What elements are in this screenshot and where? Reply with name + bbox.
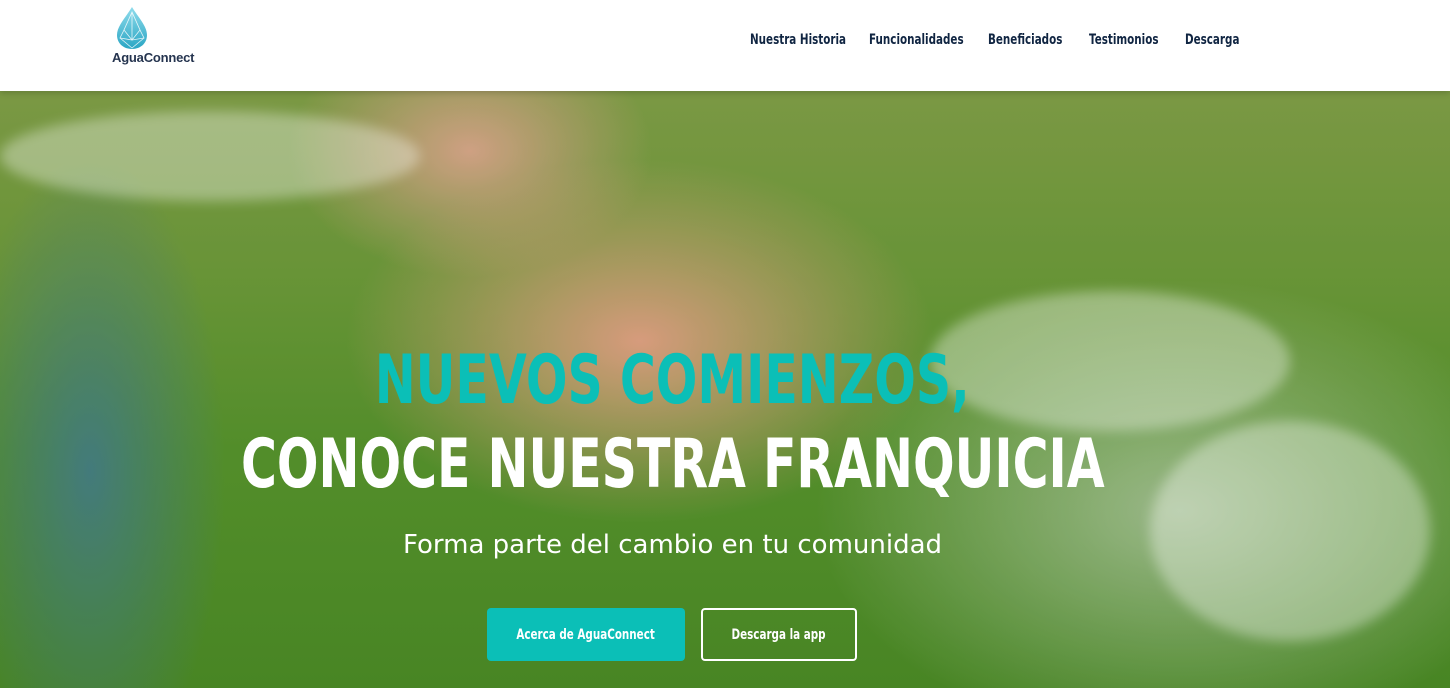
nav-item-testimonios[interactable]: Testimonios — [1089, 31, 1159, 49]
nav-item-funcionalidades[interactable]: Funcionalidades — [869, 31, 964, 49]
nav-item-nuestra-historia[interactable]: Nuestra Historia — [750, 31, 846, 49]
download-app-button[interactable]: Descarga la app — [701, 608, 857, 661]
hero-headline: CONOCE NUESTRA FRANQUICIA — [240, 425, 1105, 504]
hero-subtitle: Forma parte del cambio en tu comunidad — [402, 530, 943, 560]
main-nav: Nuestra Historia Funcionalidades Benefic… — [750, 31, 1239, 49]
water-drop-icon — [117, 7, 147, 49]
nav-item-descarga[interactable]: Descarga — [1185, 31, 1239, 49]
about-aguaconnect-button[interactable]: Acerca de AguaConnect — [487, 608, 685, 661]
hero-headline-accent: NUEVOS COMIENZOS, — [374, 341, 971, 420]
logo-link[interactable]: AguaConnect — [108, 6, 200, 68]
water-splash — [0, 111, 420, 201]
logo-text: AguaConnect — [112, 50, 195, 65]
nav-item-beneficiados[interactable]: Beneficiados — [988, 31, 1062, 49]
top-navbar: AguaConnect Nuestra Historia Funcionalid… — [0, 0, 1450, 91]
